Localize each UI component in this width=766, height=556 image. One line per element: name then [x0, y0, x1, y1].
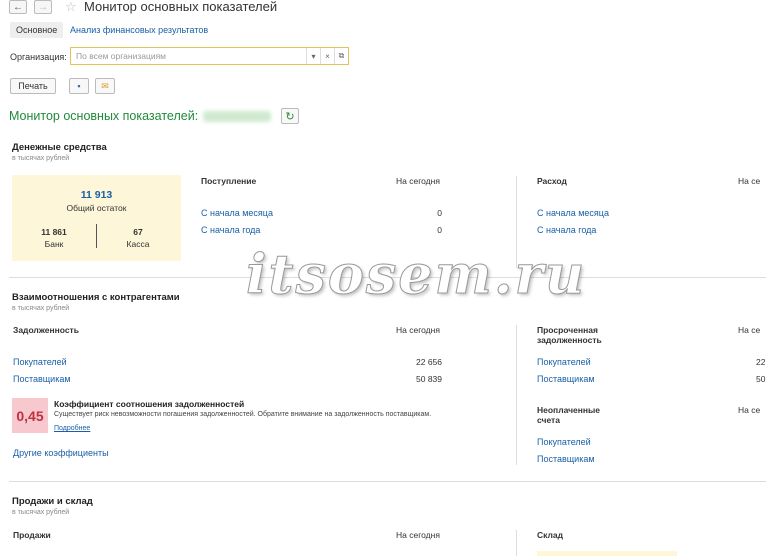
kassa-label: Касса [126, 239, 150, 249]
debt-today: На сегодня [396, 325, 440, 335]
debt-buyers-value: 22 656 [416, 357, 442, 367]
overdue-suppliers-value: 50 [756, 374, 766, 384]
sales-title: Продажи и склад [12, 496, 93, 507]
unpaid-buyers-link[interactable]: Покупателей [537, 437, 591, 447]
stock-panel [537, 551, 677, 556]
income-today: На сегодня [396, 176, 440, 186]
ratio-title: Коэффициент соотношения задолженностей [54, 399, 245, 409]
tab-analysis[interactable]: Анализ финансовых результатов [70, 25, 208, 35]
clear-icon[interactable]: × [320, 48, 334, 64]
overdue-buyers-value: 22 [756, 357, 766, 367]
envelope-icon: ✉ [101, 80, 109, 91]
cash-title: Денежные средства [12, 142, 107, 153]
cash-total-label: Общий остаток [66, 203, 127, 213]
open-icon[interactable]: ⧉ [334, 48, 348, 64]
bank-value[interactable]: 11 861 [12, 227, 96, 237]
org-label: Организация: [10, 52, 67, 62]
back-button[interactable]: ← [9, 0, 27, 14]
expense-month-link[interactable]: С начала месяца [537, 208, 609, 218]
expense-header: Расход [537, 176, 567, 186]
bank-label: Банк [44, 239, 64, 249]
overdue-header-2: задолженность [537, 335, 602, 345]
overdue-buyers-link[interactable]: Покупателей [537, 357, 591, 367]
debt-buyers-link[interactable]: Покупателей [13, 357, 67, 367]
blurred-date [203, 111, 271, 122]
overdue-header-1: Просроченная [537, 325, 598, 335]
dropdown-icon[interactable]: ▾ [306, 48, 320, 64]
ratio-more-link[interactable]: Подробнее [54, 425, 90, 432]
income-month-value: 0 [437, 208, 442, 218]
debt-suppliers-value: 50 839 [416, 374, 442, 384]
arrow-left-icon: ← [13, 1, 23, 13]
expense-today: На се [738, 176, 761, 186]
overdue-suppliers-link[interactable]: Поставщикам [537, 374, 595, 384]
sales-col-divider [516, 530, 517, 556]
unpaid-header-1: Неоплаченные [537, 405, 601, 415]
favorite-star-icon[interactable]: ☆ [65, 0, 77, 15]
debt-suppliers-link[interactable]: Поставщикам [13, 374, 71, 384]
cash-total-value[interactable]: 11 913 [12, 189, 181, 201]
email-button[interactable]: ✉ [95, 78, 115, 94]
income-month-link[interactable]: С начала месяца [201, 208, 273, 218]
section-divider-2 [9, 481, 766, 482]
forward-button[interactable]: → [34, 0, 52, 14]
save-button[interactable]: ▪ [69, 78, 89, 94]
income-year-value: 0 [437, 225, 442, 235]
overdue-today: На се [738, 325, 761, 335]
unpaid-today: На се [738, 405, 761, 415]
sales-today: На сегодня [396, 530, 440, 540]
debt-header: Задолженность [13, 325, 79, 335]
counterparties-units: в тысячах рублей [12, 305, 70, 312]
page-title: Монитор основных показателей [84, 0, 278, 14]
monitor-title: Монитор основных показателей: [9, 109, 199, 123]
income-header: Поступление [201, 176, 257, 186]
print-button[interactable]: Печать [10, 78, 56, 94]
tab-main[interactable]: Основное [10, 22, 64, 38]
expense-year-link[interactable]: С начала года [537, 225, 596, 235]
sales-units: в тысячах рублей [12, 509, 70, 516]
cash-units: в тысячах рублей [12, 155, 70, 162]
kassa-value[interactable]: 67 [96, 227, 180, 237]
org-select[interactable]: По всем организациям ▾ × ⧉ [70, 47, 349, 65]
arrow-right-icon: → [38, 1, 48, 13]
watermark: itsosem.ru [245, 242, 587, 307]
counterparties-col-divider [516, 325, 517, 465]
refresh-button[interactable]: ↻ [281, 108, 299, 124]
refresh-icon: ↻ [285, 110, 295, 123]
counterparties-title: Взаимоотношения с контрагентами [12, 292, 180, 303]
ratio-description: Существует риск невозможности погашения … [54, 411, 432, 418]
stock-header: Склад [537, 530, 564, 540]
ratio-badge: 0,45 [12, 398, 48, 433]
unpaid-header-2: счета [537, 415, 560, 425]
other-ratios-link[interactable]: Другие коэффициенты [13, 448, 109, 458]
unpaid-suppliers-link[interactable]: Поставщикам [537, 454, 595, 464]
floppy-icon: ▪ [77, 81, 81, 91]
sales-header: Продажи [13, 530, 51, 540]
income-year-link[interactable]: С начала года [201, 225, 260, 235]
org-placeholder: По всем организациям [76, 51, 167, 61]
